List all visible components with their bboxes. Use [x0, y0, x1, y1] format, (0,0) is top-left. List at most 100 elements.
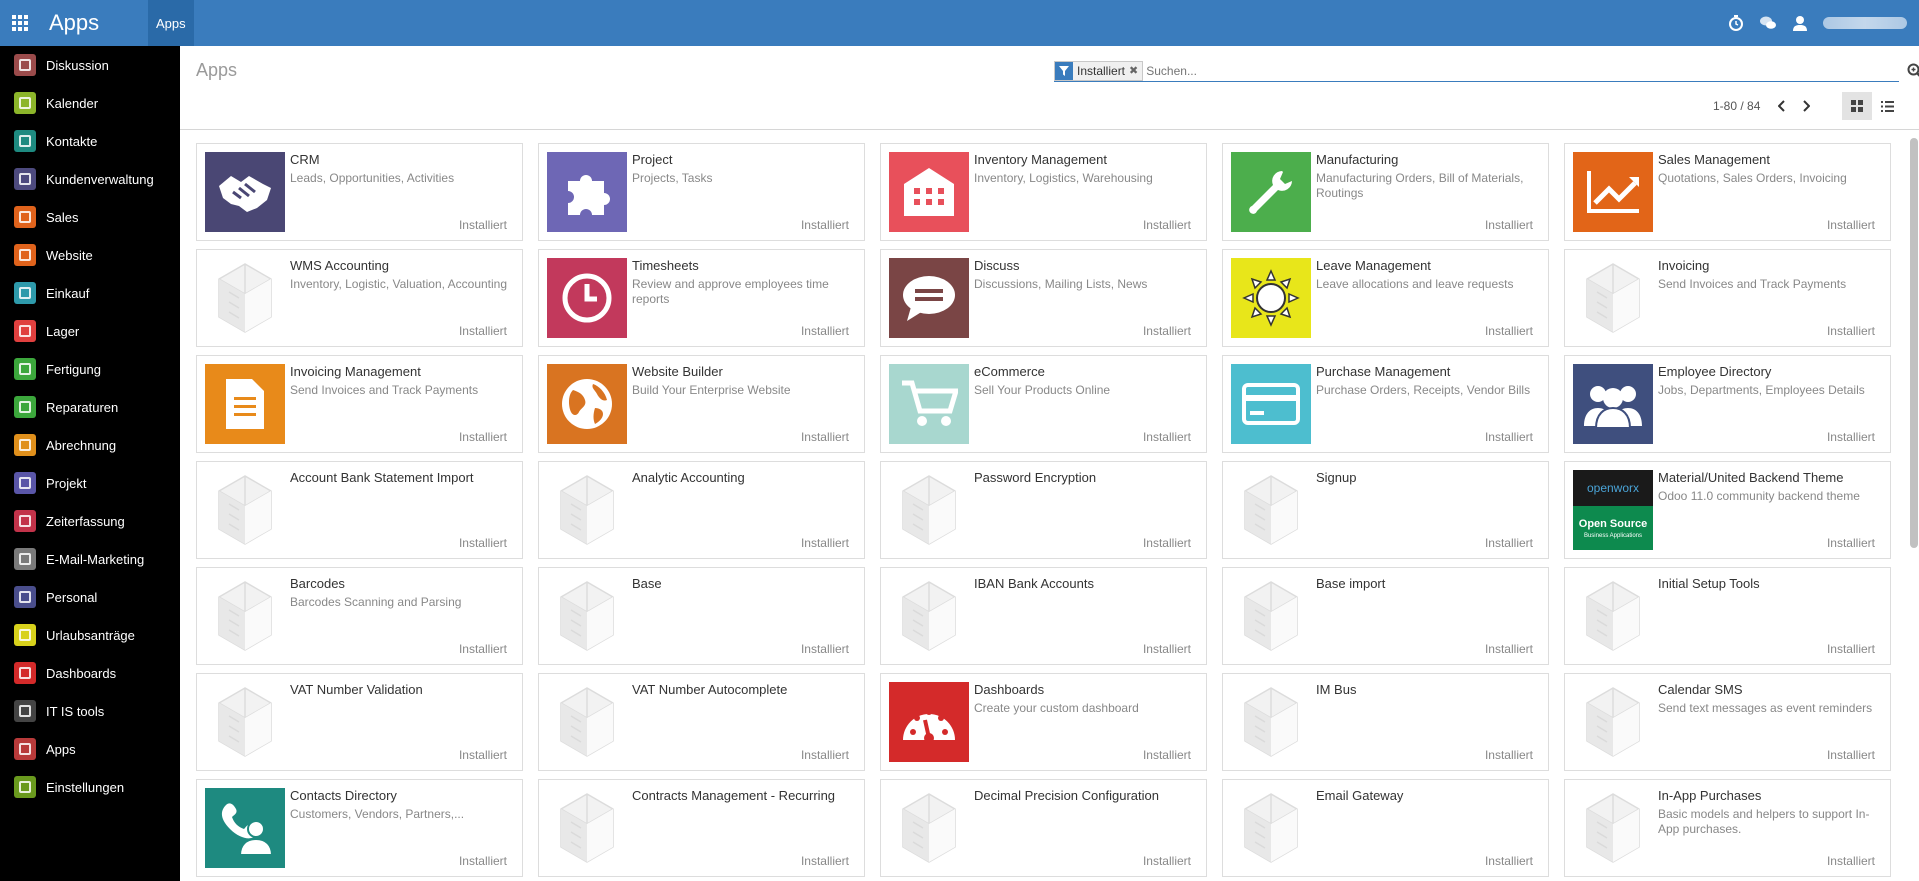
- sidebar-item-kalender[interactable]: Kalender: [0, 84, 180, 122]
- sidebar-item-fertigung[interactable]: Fertigung: [0, 350, 180, 388]
- app-card[interactable]: Discuss Discussions, Mailing Lists, News I…: [880, 249, 1207, 347]
- app-card[interactable]: Dashboards Create your custom dashboard In…: [880, 673, 1207, 771]
- user-name[interactable]: [1823, 17, 1907, 29]
- app-summary: Inventory, Logistics, Warehousing: [974, 171, 1153, 185]
- app-title: IM Bus: [1316, 682, 1357, 697]
- kanban-view-icon[interactable]: [1842, 92, 1872, 120]
- phone-contact-icon: [205, 788, 285, 868]
- sidebar-item-personal[interactable]: Personal: [0, 578, 180, 616]
- install-status: Installiert: [800, 642, 849, 656]
- sidebar-item-lager[interactable]: Lager: [0, 312, 180, 350]
- app-icon: [14, 244, 36, 266]
- app-card[interactable]: IM Bus Installiert: [1222, 673, 1549, 771]
- logo-line-1: Open Source: [1578, 517, 1648, 530]
- sidebar-item-e-mail-marketing[interactable]: E-Mail-Marketing: [0, 540, 180, 578]
- app-card[interactable]: VAT Number Autocomplete Installiert: [538, 673, 865, 771]
- sidebar-item-kundenverwaltung[interactable]: Kundenverwaltung: [0, 160, 180, 198]
- app-title: Account Bank Statement Import: [290, 470, 474, 485]
- app-card[interactable]: Invoicing Management Send Invoices and Tr…: [196, 355, 523, 453]
- app-card[interactable]: Base Installiert: [538, 567, 865, 665]
- sidebar-item-sales[interactable]: Sales: [0, 198, 180, 236]
- app-card[interactable]: eCommerce Sell Your Products Online Instal…: [880, 355, 1207, 453]
- sidebar-item-zeiterfassung[interactable]: Zeiterfassung: [0, 502, 180, 540]
- app-title: Barcodes: [290, 576, 345, 591]
- app-brand-title[interactable]: Apps: [40, 10, 148, 36]
- app-card[interactable]: Analytic Accounting Installiert: [538, 461, 865, 559]
- install-status: Installiert: [458, 218, 507, 232]
- sidebar-item-apps[interactable]: Apps: [0, 730, 180, 768]
- sidebar-item-reparaturen[interactable]: Reparaturen: [0, 388, 180, 426]
- app-card[interactable]: Barcodes Barcodes Scanning and Parsing Ins…: [196, 567, 523, 665]
- default-module-icon: [547, 682, 627, 762]
- app-card[interactable]: Account Bank Statement Import Installiert: [196, 461, 523, 559]
- sidebar-item-einkauf[interactable]: Einkauf: [0, 274, 180, 312]
- app-card[interactable]: CRM Leads, Opportunities, Activities Insta…: [196, 143, 523, 241]
- app-card[interactable]: Invoicing Send Invoices and Track Payment…: [1564, 249, 1891, 347]
- sidebar-item-label: Kalender: [46, 95, 99, 111]
- app-card[interactable]: Timesheets Review and approve employees t…: [538, 249, 865, 347]
- app-card[interactable]: Contacts Directory Customers, Vendors, Pa…: [196, 779, 523, 877]
- sidebar-item-it-is-tools[interactable]: IT IS tools: [0, 692, 180, 730]
- app-title: Dashboards: [974, 682, 1045, 697]
- app-card[interactable]: Email Gateway Installiert: [1222, 779, 1549, 877]
- grid-icon[interactable]: [0, 0, 40, 46]
- sidebar-item-projekt[interactable]: Projekt: [0, 464, 180, 502]
- scrollbar-thumb[interactable]: [1910, 138, 1918, 548]
- app-card[interactable]: Employee Directory Jobs, Departments, Emp…: [1564, 355, 1891, 453]
- app-card[interactable]: Sales Management Quotations, Sales Orders…: [1564, 143, 1891, 241]
- search-input[interactable]: [1146, 60, 1899, 81]
- app-summary: Send text messages as event reminders: [1658, 701, 1873, 715]
- app-icon: [14, 434, 36, 456]
- sidebar-item-diskussion[interactable]: Diskussion: [0, 46, 180, 84]
- search-facet[interactable]: Installiert ✖: [1054, 60, 1144, 81]
- scrollbar[interactable]: [1909, 138, 1919, 881]
- chat-icon[interactable]: [1759, 14, 1777, 32]
- top-menu-apps[interactable]: Apps: [148, 0, 194, 46]
- close-icon[interactable]: ✖: [1129, 64, 1142, 77]
- sidebar-item-label: Fertigung: [46, 361, 101, 377]
- sidebar-item-kontakte[interactable]: Kontakte: [0, 122, 180, 160]
- clock-icon[interactable]: [1727, 14, 1745, 32]
- handshake-icon: [205, 152, 285, 232]
- sidebar-item-label: Kundenverwaltung: [46, 171, 154, 187]
- main-content: Apps Installiert ✖ 1-80 / 84: [180, 46, 1919, 881]
- app-card[interactable]: WMS Accounting Inventory, Logistic, Valua…: [196, 249, 523, 347]
- sidebar-item-label: Personal: [46, 589, 98, 605]
- app-card[interactable]: Leave Management Leave allocations and le…: [1222, 249, 1549, 347]
- install-status: Installiert: [1484, 642, 1533, 656]
- user-avatar-icon[interactable]: [1791, 14, 1809, 32]
- sidebar-item-einstellungen[interactable]: Einstellungen: [0, 768, 180, 806]
- sidebar-item-website[interactable]: Website: [0, 236, 180, 274]
- app-card[interactable]: Decimal Precision Configuration Installie…: [880, 779, 1207, 877]
- sidebar-item-urlaubsanträge[interactable]: Urlaubsanträge: [0, 616, 180, 654]
- sidebar-item-label: Einstellungen: [46, 779, 125, 795]
- search-icon[interactable]: [1905, 61, 1919, 81]
- app-card[interactable]: openworx Open Source Business Applications…: [1564, 461, 1891, 559]
- app-card[interactable]: Inventory Management Inventory, Logistics…: [880, 143, 1207, 241]
- app-card[interactable]: Initial Setup Tools Installiert: [1564, 567, 1891, 665]
- sidebar-item-dashboards[interactable]: Dashboards: [0, 654, 180, 692]
- app-card[interactable]: Website Builder Build Your Enterprise Web…: [538, 355, 865, 453]
- app-summary: Jobs, Departments, Employees Details: [1658, 383, 1865, 397]
- app-card[interactable]: In-App Purchases Basic models and helpers…: [1564, 779, 1891, 877]
- pager-value[interactable]: 1-80 / 84: [1713, 99, 1760, 113]
- app-card[interactable]: Password Encryption Installiert: [880, 461, 1207, 559]
- app-card[interactable]: Manufacturing Manufacturing Orders, Bill …: [1222, 143, 1549, 241]
- app-card[interactable]: Signup Installiert: [1222, 461, 1549, 559]
- list-view-icon[interactable]: [1872, 92, 1902, 120]
- pager: 1-80 / 84: [1713, 96, 1818, 116]
- app-card[interactable]: IBAN Bank Accounts Installiert: [880, 567, 1207, 665]
- app-card[interactable]: Contracts Management - Recurring Installi…: [538, 779, 865, 877]
- app-card[interactable]: Project Projects, Tasks Installiert: [538, 143, 865, 241]
- app-card[interactable]: Base import Installiert: [1222, 567, 1549, 665]
- app-card[interactable]: Calendar SMS Send text messages as event …: [1564, 673, 1891, 771]
- default-module-icon: [889, 788, 969, 868]
- app-title: CRM: [290, 152, 320, 167]
- sidebar-item-abrechnung[interactable]: Abrechnung: [0, 426, 180, 464]
- install-status: Installiert: [800, 748, 849, 762]
- app-card[interactable]: Purchase Management Purchase Orders, Rece…: [1222, 355, 1549, 453]
- app-title: Sales Management: [1658, 152, 1771, 167]
- chevron-right-icon[interactable]: [1794, 96, 1818, 116]
- chevron-left-icon[interactable]: [1770, 96, 1794, 116]
- app-card[interactable]: VAT Number Validation Installiert: [196, 673, 523, 771]
